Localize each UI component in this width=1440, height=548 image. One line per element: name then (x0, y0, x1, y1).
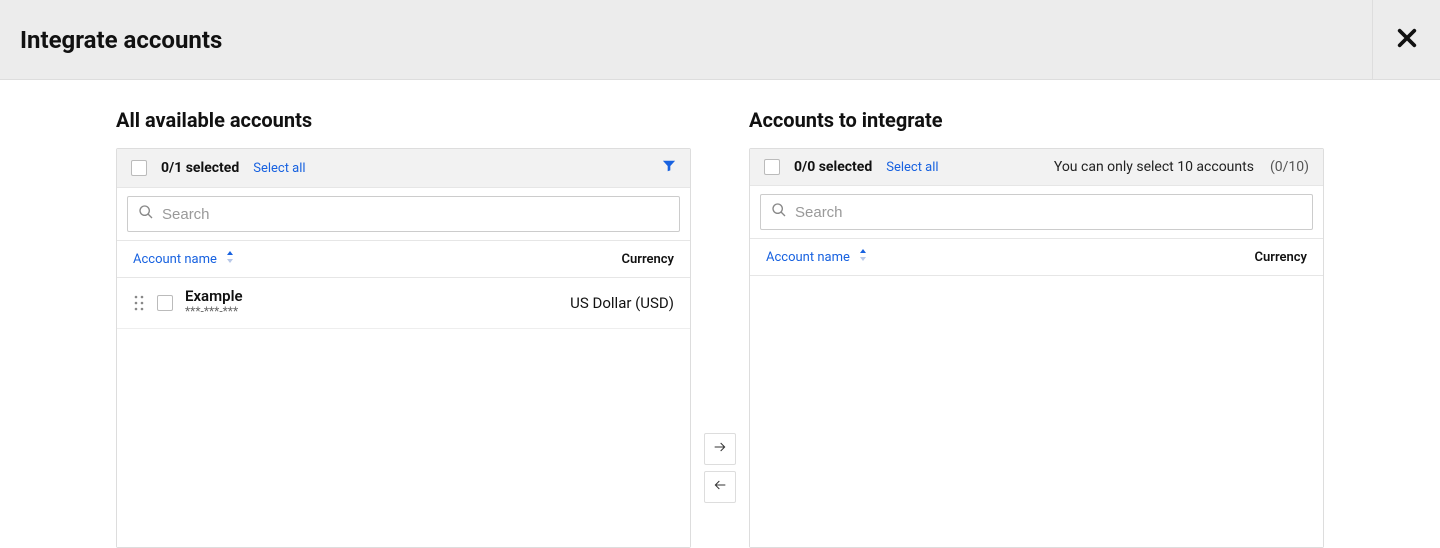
search-icon (771, 202, 787, 222)
move-left-button[interactable] (704, 471, 736, 503)
available-selected-count: 0/1 selected (161, 160, 239, 176)
column-header-account-name: Account name (133, 252, 217, 267)
search-icon (138, 204, 154, 224)
integrate-accounts-panel: 0/0 selected Select all You can only sel… (749, 148, 1324, 548)
arrow-left-icon (712, 477, 728, 497)
available-accounts-title: All available accounts (116, 108, 691, 132)
account-name: Example (185, 288, 243, 305)
integrate-select-all-checkbox[interactable] (764, 159, 780, 175)
integrate-accounts-column: Accounts to integrate 0/0 selected Selec… (749, 108, 1324, 548)
integrate-search-wrap (750, 186, 1323, 238)
integrate-toolbar: 0/0 selected Select all You can only sel… (750, 149, 1323, 186)
available-accounts-panel: 0/1 selected Select all Acco (116, 148, 691, 548)
integrate-rows (750, 276, 1323, 547)
integrate-sort-account-name[interactable]: Account name (766, 249, 868, 265)
available-search-input[interactable] (162, 206, 669, 223)
close-icon (1396, 27, 1418, 53)
transfer-buttons (691, 108, 749, 548)
arrow-right-icon (712, 439, 728, 459)
account-mask: ***-***-*** (185, 305, 243, 318)
account-cell: Example ***-***-*** (185, 288, 243, 318)
integrate-limit-text: You can only select 10 accounts (1054, 159, 1254, 175)
integrate-column-headers: Account name Currency (750, 238, 1323, 276)
integrate-select-all-link[interactable]: Select all (886, 160, 938, 175)
sort-icon (858, 249, 868, 265)
account-currency: US Dollar (USD) (570, 294, 674, 312)
drag-handle-icon[interactable] (133, 295, 145, 311)
available-rows: Example ***-***-*** US Dollar (USD) (117, 278, 690, 547)
sort-icon (225, 251, 235, 267)
modal-body: All available accounts 0/1 selected Sele… (0, 80, 1440, 548)
available-column-headers: Account name Currency (117, 240, 690, 278)
column-header-currency: Currency (622, 252, 674, 267)
available-select-all-link[interactable]: Select all (253, 161, 305, 176)
integrate-limit-count: (0/10) (1270, 159, 1309, 175)
available-search-box[interactable] (127, 196, 680, 232)
available-accounts-column: All available accounts 0/1 selected Sele… (116, 108, 691, 548)
available-search-wrap (117, 188, 690, 240)
available-sort-account-name[interactable]: Account name (133, 251, 235, 267)
column-header-currency: Currency (1255, 250, 1307, 265)
move-right-button[interactable] (704, 433, 736, 465)
integrate-selected-count: 0/0 selected (794, 159, 872, 175)
close-button[interactable] (1372, 0, 1440, 80)
integrate-search-box[interactable] (760, 194, 1313, 230)
row-checkbox[interactable] (157, 295, 173, 311)
column-header-account-name: Account name (766, 250, 850, 265)
integrate-accounts-title: Accounts to integrate (749, 108, 1324, 132)
integrate-search-input[interactable] (795, 204, 1302, 221)
table-row[interactable]: Example ***-***-*** US Dollar (USD) (117, 278, 690, 329)
page-title: Integrate accounts (20, 26, 222, 54)
available-toolbar: 0/1 selected Select all (117, 149, 690, 188)
modal-header: Integrate accounts (0, 0, 1440, 80)
available-select-all-checkbox[interactable] (131, 160, 147, 176)
filter-icon[interactable] (662, 159, 676, 177)
